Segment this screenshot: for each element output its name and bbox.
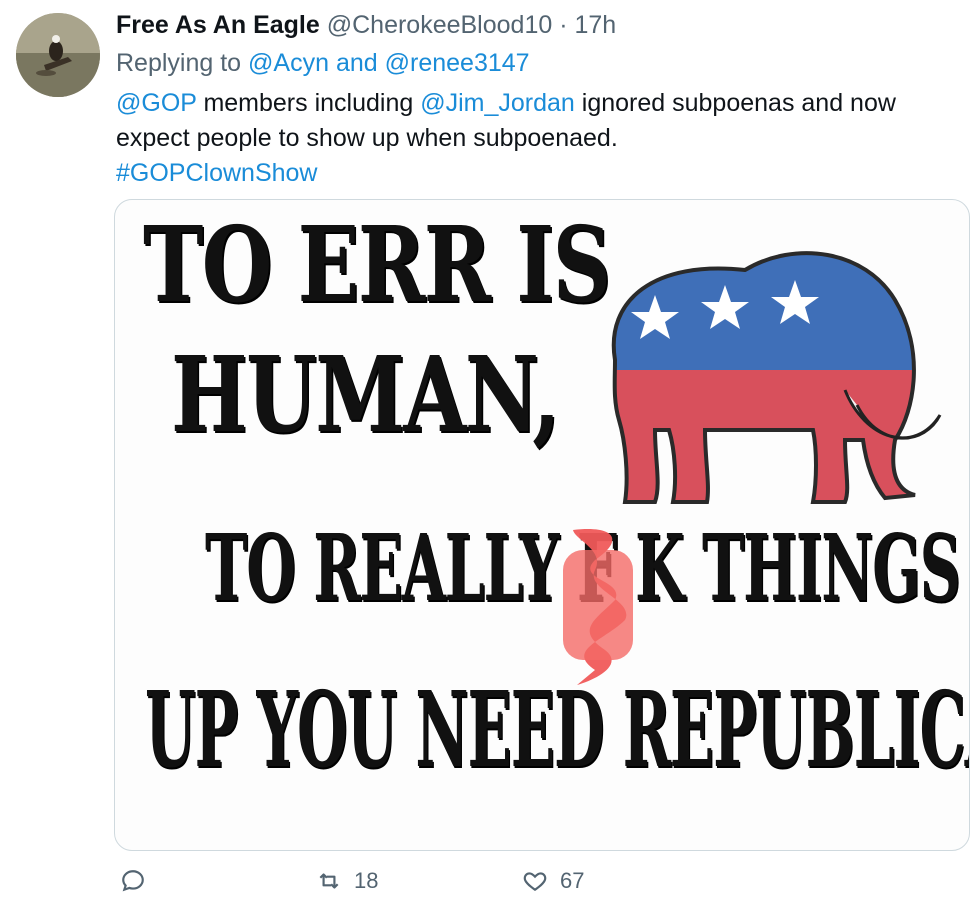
timestamp[interactable]: 17h [575, 11, 617, 39]
like-button[interactable]: 67 [522, 868, 584, 894]
mention-gop[interactable]: @GOP [116, 89, 197, 117]
reply-and[interactable]: and [336, 49, 378, 77]
tweet-header: Free As An Eagle @CherokeeBlood10 · 17h [116, 8, 616, 42]
reply-button[interactable] [120, 868, 158, 894]
like-count: 67 [560, 868, 585, 893]
separator: · [559, 11, 568, 39]
replying-to: Replying to @Acyn and @renee3147 [116, 46, 530, 80]
tweet-actions: 18 67 [0, 868, 980, 900]
tweet-text: @GOP members including @Jim_Jordan ignor… [116, 86, 976, 191]
retweet-button[interactable]: 18 [316, 868, 378, 894]
tweet-text-part1: members including [196, 89, 421, 117]
meme-line-1: TO ERR IS [143, 203, 611, 326]
meme-line-2: HUMAN, [171, 333, 561, 456]
avatar-image [16, 13, 100, 97]
author-name[interactable]: Free As An Eagle [116, 11, 320, 39]
replying-prefix: Replying to [116, 49, 242, 77]
reply-mention-acyn[interactable]: @Acyn [248, 49, 329, 77]
elephant-logo [611, 251, 942, 504]
meme-line-3b: K THINGS [635, 514, 961, 622]
tweet-image[interactable]: TO ERR IS HUMAN, TO REALLY F K THINGS UP… [114, 199, 970, 851]
censor-scribble [563, 529, 633, 685]
reply-mention-renee[interactable]: @renee3147 [385, 49, 530, 77]
avatar[interactable] [16, 13, 100, 97]
hashtag[interactable]: #GOPClownShow [116, 159, 317, 187]
retweet-count: 18 [354, 868, 379, 893]
like-icon [523, 872, 547, 891]
reply-icon [122, 870, 144, 892]
retweet-icon [319, 873, 339, 889]
mention-jim-jordan[interactable]: @Jim_Jordan [420, 89, 575, 117]
author-handle[interactable]: @CherokeeBlood10 [327, 11, 553, 39]
